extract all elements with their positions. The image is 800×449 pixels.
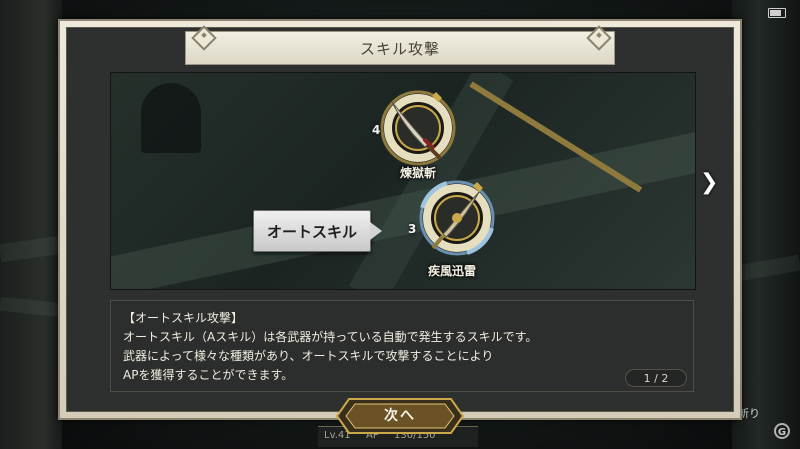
skill-medallion bbox=[417, 178, 495, 256]
auto-skill-callout-label: オートスキル bbox=[266, 222, 357, 241]
watermark-logo: G bbox=[774, 423, 790, 439]
left-scene-edge bbox=[0, 0, 62, 449]
page-indicator: 1 / 2 bbox=[625, 369, 687, 387]
right-scene-edge bbox=[732, 0, 800, 449]
ornate-sword-icon bbox=[419, 180, 495, 256]
scene-silhouette bbox=[141, 83, 201, 153]
description-line: オートスキル（Aスキル）は各武器が持っている自動で発生するスキルです。 bbox=[123, 330, 538, 344]
skill-medallion bbox=[378, 88, 456, 166]
description-heading: 【オートスキル攻撃】 bbox=[123, 311, 244, 325]
description-panel: 【オートスキル攻撃】 オートスキル（Aスキル）は各武器が持っている自動で発生する… bbox=[110, 300, 694, 392]
auto-skill-callout: オートスキル bbox=[253, 210, 371, 252]
skill-level-1: 4 bbox=[372, 123, 381, 137]
dialog-title-plate: スキル攻撃 bbox=[185, 31, 615, 65]
skill-level-2: 3 bbox=[408, 222, 417, 236]
tutorial-dialog: スキル攻撃 4 煉獄斬 3 疾風迅雷 オートスキル 【オートスキル攻撃】 オート… bbox=[58, 19, 742, 420]
next-button-label: 次へ bbox=[384, 408, 416, 424]
battery-icon bbox=[768, 8, 786, 18]
description-line: APを獲得することができます。 bbox=[123, 368, 294, 382]
next-button[interactable]: 次へ bbox=[335, 397, 465, 435]
description-line: 武器によって様々な種類があり、オートスキルで攻撃することにより bbox=[123, 349, 494, 363]
dialog-title: スキル攻撃 bbox=[359, 39, 440, 58]
callout-pointer-icon bbox=[370, 222, 382, 240]
skill-name-2: 疾風迅雷 bbox=[428, 264, 477, 278]
crimson-sword-icon bbox=[380, 90, 456, 166]
next-page-arrow-icon[interactable]: ❯ bbox=[700, 170, 718, 195]
